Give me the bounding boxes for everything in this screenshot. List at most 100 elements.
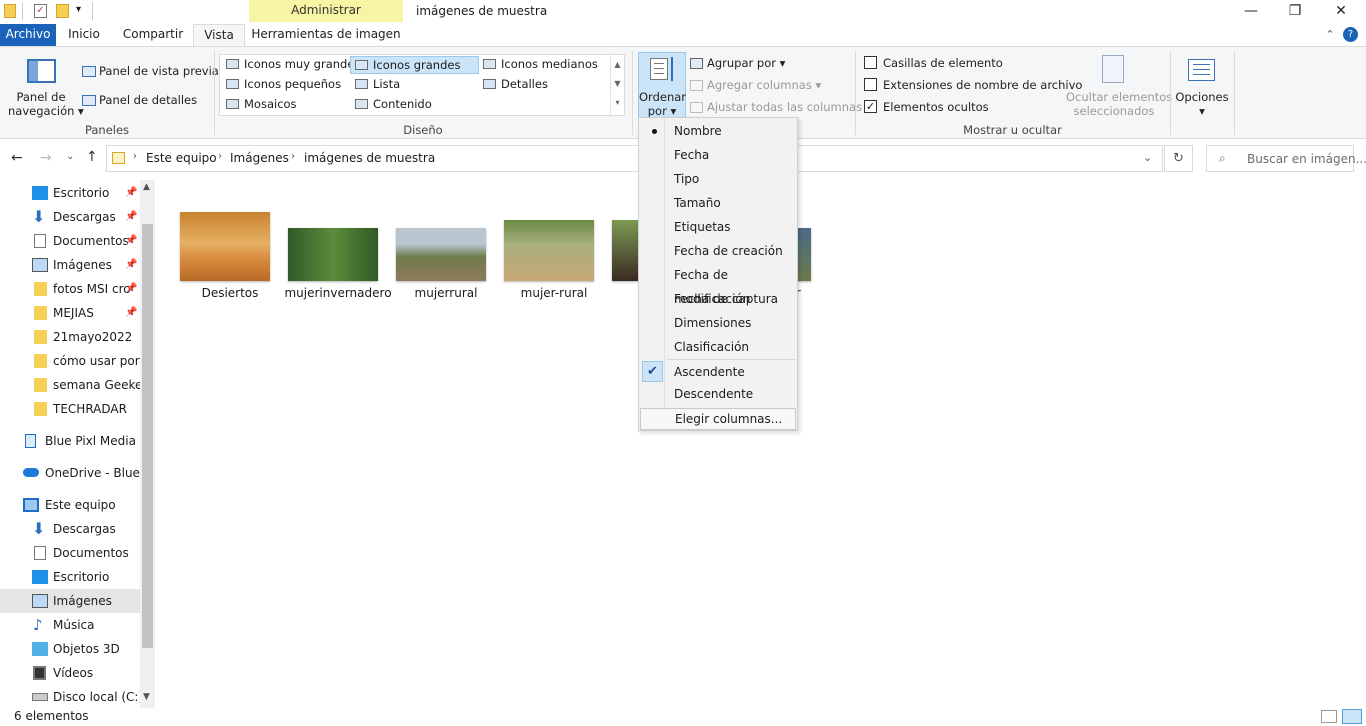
- file-extensions-toggle[interactable]: [864, 78, 877, 91]
- pictures-icon: [32, 258, 48, 272]
- layout-extra-large-icons[interactable]: Iconos muy grandes: [222, 56, 360, 74]
- up-icon[interactable]: ↑: [86, 149, 98, 165]
- options-button[interactable]: Opciones ▾: [1172, 90, 1232, 118]
- folder-icon: [34, 330, 47, 344]
- building-icon: [25, 434, 36, 448]
- sort-option-fecha-modificacion[interactable]: Fecha de modificación: [640, 263, 796, 306]
- sidebar-item-onedrive[interactable]: OneDrive - Blue P: [0, 461, 140, 485]
- sidebar-item-descargas-2[interactable]: ⬇ Descargas: [0, 517, 140, 541]
- sidebar-item-imagenes[interactable]: Imágenes 📌: [0, 253, 140, 277]
- refresh-icon[interactable]: ↻: [1164, 145, 1193, 172]
- item-checkboxes-label[interactable]: Casillas de elemento: [883, 56, 1003, 70]
- sort-option-nombre[interactable]: Nombre: [640, 119, 796, 143]
- fit-columns-button[interactable]: Ajustar todas las columnas: [690, 100, 862, 114]
- details-view-icon[interactable]: [1321, 710, 1337, 723]
- properties-icon[interactable]: ✓: [34, 4, 47, 18]
- scroll-up-icon[interactable]: ▲: [143, 182, 150, 192]
- folder-icon: [4, 4, 16, 18]
- chevron-down-icon[interactable]: ⌄: [1143, 151, 1152, 164]
- new-folder-icon[interactable]: [56, 4, 69, 18]
- close-button[interactable]: ✕: [1318, 0, 1364, 24]
- sidebar-item-objetos-3d[interactable]: Objetos 3D: [0, 637, 140, 661]
- back-icon[interactable]: ←: [11, 150, 23, 166]
- navigation-pane-button[interactable]: Panel de navegación ▾: [8, 90, 84, 118]
- recent-locations-icon[interactable]: ⌄: [66, 151, 74, 162]
- sidebar-item-documentos[interactable]: Documentos 📌: [0, 229, 140, 253]
- sidebar-item-imagenes-2[interactable]: Imágenes: [0, 589, 140, 613]
- hidden-items-toggle[interactable]: ✓: [864, 100, 877, 113]
- sort-option-dimensiones[interactable]: Dimensiones: [640, 311, 796, 335]
- sort-option-etiquetas[interactable]: Etiquetas: [640, 215, 796, 239]
- sort-order-ascendente[interactable]: ✔ Ascendente: [640, 360, 796, 384]
- sidebar-item-este-equipo[interactable]: Este equipo: [0, 493, 140, 517]
- gallery-scroll[interactable]: ▲ ▼ ▾: [610, 55, 624, 115]
- sidebar-item-disco-local[interactable]: Disco local (C:): [0, 685, 140, 709]
- item-checkboxes-toggle[interactable]: [864, 56, 877, 69]
- context-tab-header: Administrar: [249, 0, 403, 22]
- sidebar-item-techradar[interactable]: TECHRADAR: [0, 397, 140, 421]
- sidebar-item-blue-pixl[interactable]: Blue Pixl Media b.: [0, 429, 140, 453]
- sidebar-item-21mayo2022[interactable]: 21mayo2022: [0, 325, 140, 349]
- sidebar-scrollbar[interactable]: ▲ ▼: [140, 180, 155, 708]
- sort-option-fecha[interactable]: Fecha: [640, 143, 796, 167]
- address-bar[interactable]: › Este equipo › Imágenes › imágenes de m…: [106, 145, 1163, 172]
- tab-vista[interactable]: Vista: [193, 24, 245, 47]
- sort-option-fecha-creacion[interactable]: Fecha de creación: [640, 239, 796, 263]
- sort-option-tamano[interactable]: Tamaño: [640, 191, 796, 215]
- group-by-button[interactable]: Agrupar por ▾: [690, 56, 785, 70]
- layout-small-icons[interactable]: Iconos pequeños: [222, 76, 341, 94]
- tab-archivo[interactable]: Archivo: [0, 24, 56, 46]
- sidebar-item-escritorio-2[interactable]: Escritorio: [0, 565, 140, 589]
- forward-icon[interactable]: →: [40, 150, 52, 166]
- layout-list[interactable]: Lista: [351, 76, 400, 94]
- sort-by-button[interactable]: Ordenar por ▾: [638, 52, 686, 118]
- sort-option-tipo[interactable]: Tipo: [640, 167, 796, 191]
- hide-selected-button[interactable]: Ocultar elementos seleccionados: [1066, 90, 1172, 118]
- group-label-diseno: Diseño: [403, 123, 443, 137]
- tab-herramientas-imagen[interactable]: Herramientas de imagen: [250, 24, 402, 46]
- layout-large-icons[interactable]: Iconos grandes: [350, 56, 479, 74]
- preview-pane-button[interactable]: Panel de vista previa: [82, 64, 219, 78]
- layout-medium-icons[interactable]: Iconos medianos: [479, 56, 598, 74]
- breadcrumb-imagenes-de-muestra[interactable]: imágenes de muestra: [304, 151, 435, 165]
- sidebar-item-fotos-msi[interactable]: fotos MSI cro 📌: [0, 277, 140, 301]
- tab-compartir[interactable]: Compartir: [120, 24, 186, 46]
- restore-button[interactable]: ❐: [1272, 0, 1318, 24]
- pin-icon: 📌: [125, 307, 138, 318]
- sort-order-descendente[interactable]: Descendente: [640, 382, 796, 406]
- scroll-down-icon[interactable]: ▼: [143, 692, 150, 702]
- scrollbar-thumb[interactable]: [142, 224, 153, 648]
- fit-columns-icon: [690, 102, 703, 113]
- sidebar-item-como-usar[interactable]: cómo usar porta: [0, 349, 140, 373]
- window-title: imágenes de muestra: [416, 4, 548, 18]
- customize-toolbar-icon[interactable]: ▾: [76, 4, 81, 15]
- sort-option-clasificacion[interactable]: Clasificación: [640, 335, 796, 359]
- collapse-ribbon-icon[interactable]: ⌃: [1322, 24, 1338, 46]
- minimize-button[interactable]: —: [1228, 0, 1274, 24]
- add-columns-button[interactable]: Agregar columnas ▾: [690, 78, 821, 92]
- layout-content[interactable]: Contenido: [351, 96, 432, 114]
- breadcrumb-imagenes[interactable]: Imágenes: [230, 151, 289, 165]
- sidebar-item-semana-geeked[interactable]: semana Geeked: [0, 373, 140, 397]
- sidebar-item-descargas[interactable]: ⬇ Descargas 📌: [0, 205, 140, 229]
- large-icons-view-icon[interactable]: [1342, 709, 1362, 724]
- tab-inicio[interactable]: Inicio: [62, 24, 106, 46]
- chevron-right-icon: ›: [218, 151, 222, 162]
- help-icon[interactable]: ?: [1343, 27, 1358, 42]
- sidebar-item-documentos-2[interactable]: Documentos: [0, 541, 140, 565]
- sort-option-fecha-captura[interactable]: Fecha de captura: [640, 287, 796, 311]
- pin-icon: 📌: [125, 283, 138, 294]
- sidebar-item-escritorio[interactable]: Escritorio 📌: [0, 181, 140, 205]
- search-input[interactable]: ⌕ Buscar en imágen...: [1206, 145, 1366, 172]
- layout-details[interactable]: Detalles: [479, 76, 548, 94]
- sidebar-item-musica[interactable]: ♪ Música: [0, 613, 140, 637]
- choose-columns-item[interactable]: Elegir columnas...: [640, 408, 796, 430]
- details-pane-button[interactable]: Panel de detalles: [82, 93, 197, 107]
- breadcrumb-este-equipo[interactable]: Este equipo: [146, 151, 217, 165]
- sidebar-item-videos[interactable]: Vídeos: [0, 661, 140, 685]
- sidebar-item-mejias[interactable]: MEJIAS 📌: [0, 301, 140, 325]
- group-label-mostrar: Mostrar u ocultar: [963, 123, 1062, 137]
- layout-tiles[interactable]: Mosaicos: [222, 96, 297, 114]
- file-extensions-label[interactable]: Extensiones de nombre de archivo: [883, 78, 1082, 92]
- hidden-items-label[interactable]: Elementos ocultos: [883, 100, 989, 114]
